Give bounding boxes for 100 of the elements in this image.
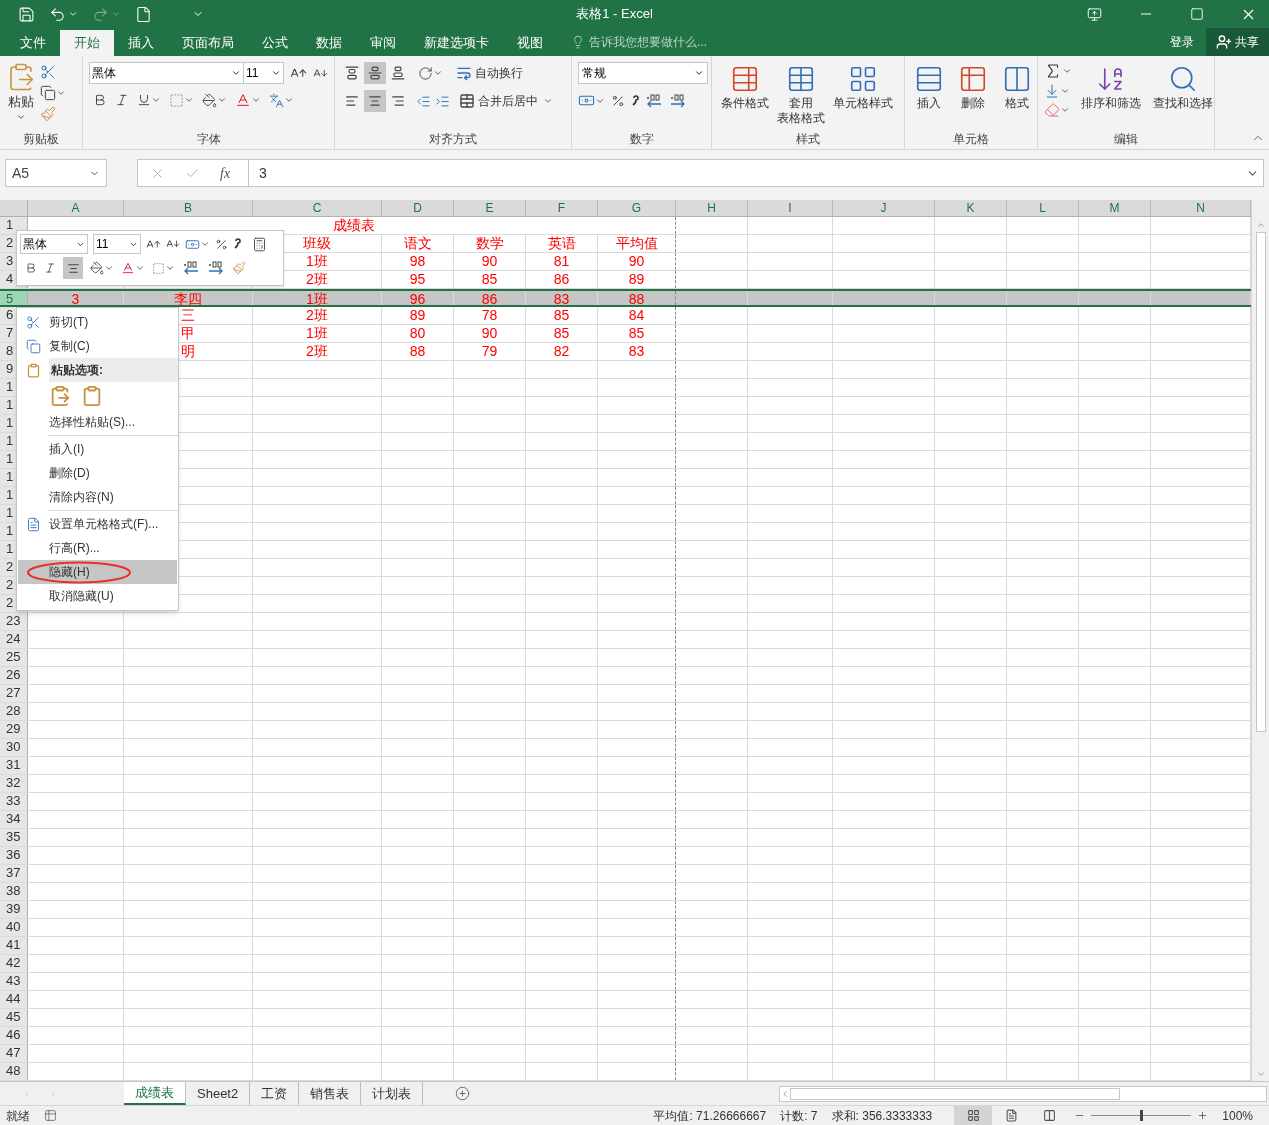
font-name-field[interactable]: 黑体	[89, 62, 244, 84]
ribbon-tab[interactable]: 公式	[248, 30, 302, 56]
caret-icon[interactable]	[68, 9, 78, 19]
caret-icon[interactable]	[433, 68, 443, 78]
ribbon-display-icon[interactable]	[1087, 6, 1102, 22]
share-button[interactable]: 共享	[1206, 28, 1269, 56]
column-header[interactable]: G	[598, 200, 676, 216]
increase-decimal-icon[interactable]	[645, 93, 663, 108]
caret-icon[interactable]	[251, 95, 261, 105]
caret-icon[interactable]	[284, 95, 294, 105]
format-painter-icon[interactable]	[40, 106, 56, 122]
font-size-field[interactable]: 11	[244, 62, 284, 84]
insert-function-button[interactable]: fx	[220, 162, 231, 184]
column-header[interactable]: B	[124, 200, 253, 216]
format-painter-icon[interactable]	[232, 261, 246, 275]
fill-down-icon[interactable]	[1044, 83, 1060, 99]
italic-icon[interactable]	[44, 262, 56, 274]
column-header[interactable]: J	[833, 200, 935, 216]
menu-item[interactable]: 插入(I)	[18, 437, 177, 461]
save-icon[interactable]	[18, 5, 35, 23]
bold-icon[interactable]	[93, 93, 107, 107]
fill-color-icon[interactable]	[202, 92, 217, 108]
percent-icon[interactable]	[215, 237, 228, 251]
horizontal-align-icon[interactable]	[364, 90, 386, 112]
paste-button[interactable]: 粘贴	[6, 62, 36, 122]
merge-center-button[interactable]: 合并后居中	[459, 92, 538, 110]
paste-values-icon[interactable]	[81, 385, 103, 407]
caret-icon[interactable]	[200, 239, 210, 249]
bold-icon[interactable]	[25, 262, 37, 274]
eraser-icon[interactable]	[1044, 102, 1060, 118]
table-format-icon[interactable]	[252, 236, 267, 252]
ribbon-tab[interactable]: 开始	[60, 30, 114, 56]
percent-icon[interactable]	[611, 93, 625, 108]
zoom-slider[interactable]	[1091, 1109, 1192, 1122]
increase-decimal-icon[interactable]	[182, 261, 200, 275]
menu-item[interactable]: 删除(D)	[18, 461, 177, 485]
macro-recording-icon[interactable]	[44, 1109, 57, 1122]
cut-icon[interactable]	[40, 64, 56, 80]
paste-icon[interactable]	[49, 385, 71, 407]
copy-icon[interactable]	[40, 85, 56, 101]
column-header[interactable]: E	[454, 200, 526, 216]
underline-icon[interactable]	[137, 93, 151, 107]
font-color-icon[interactable]	[121, 261, 135, 275]
column-header[interactable]: D	[382, 200, 454, 216]
view-button[interactable]	[954, 1105, 993, 1125]
ribbon-tab[interactable]: 审阅	[356, 30, 410, 56]
column-header[interactable]: K	[935, 200, 1007, 216]
column-header[interactable]: I	[748, 200, 833, 216]
increase-indent-icon[interactable]	[435, 93, 450, 109]
column-header[interactable]: M	[1079, 200, 1151, 216]
formula-field[interactable]: 3	[259, 162, 267, 184]
zoom-level[interactable]: 100%	[1222, 1106, 1253, 1125]
ribbon-button[interactable]: 格式	[999, 62, 1035, 111]
ribbon-tab[interactable]: 新建选项卡	[410, 30, 503, 56]
ribbon-tab[interactable]: 视图	[503, 30, 557, 56]
caret-icon[interactable]	[184, 95, 194, 105]
ribbon-button[interactable]: 排序和筛选	[1078, 62, 1144, 118]
tell-me-field[interactable]: 告诉我您想要做什么...	[589, 33, 789, 51]
new-file-icon[interactable]	[135, 5, 152, 23]
menu-item[interactable]: 复制(C)	[18, 334, 177, 358]
caret-icon[interactable]	[217, 95, 227, 105]
ribbon-tab[interactable]: 数据	[302, 30, 356, 56]
fill-color-icon[interactable]	[90, 261, 104, 275]
zoom-slider-thumb[interactable]	[1140, 1110, 1144, 1121]
name-box[interactable]: A5	[5, 159, 107, 187]
ribbon-button[interactable]: 套用 表格格式	[774, 62, 828, 126]
add-sheet-icon[interactable]	[455, 1086, 471, 1101]
menu-item[interactable]: 剪切(T)	[18, 310, 177, 334]
zoom-in-icon[interactable]	[1197, 1110, 1209, 1121]
caret-icon[interactable]	[135, 263, 145, 273]
ribbon-button[interactable]: 删除	[955, 62, 991, 111]
phonetic-guide-icon[interactable]	[269, 92, 284, 108]
selected-row[interactable]: 5 3 李四 1班 96 86 83 88	[0, 289, 1251, 307]
ribbon-button[interactable]: 条件格式	[718, 62, 772, 126]
comma-style-icon[interactable]	[631, 93, 639, 108]
ribbon-button[interactable]: 插入	[911, 62, 947, 111]
ribbon-tab[interactable]: 插入	[114, 30, 168, 56]
decrease-indent-icon[interactable]	[416, 93, 431, 109]
border-icon[interactable]	[152, 261, 165, 275]
scroll-left-icon[interactable]	[780, 1088, 790, 1099]
menu-item[interactable]: 设置单元格格式(F)...	[18, 512, 177, 536]
menu-item[interactable]: 隐藏(H)	[18, 560, 177, 584]
ribbon-button[interactable]: 单元格样式	[830, 62, 896, 126]
menu-item[interactable]: 行高(R)...	[18, 536, 177, 560]
italic-icon[interactable]	[115, 93, 129, 107]
comma-style-icon[interactable]	[233, 237, 241, 251]
font-name-field[interactable]: 黑体	[20, 234, 88, 254]
ribbon-tab[interactable]: 页面布局	[168, 30, 248, 56]
menu-item[interactable]: 选择性粘贴(S)...	[18, 410, 177, 434]
vertical-scrollbar-thumb[interactable]	[1255, 232, 1266, 732]
ribbon-tab[interactable]: 文件	[6, 30, 60, 56]
login-link[interactable]: 登录	[1158, 33, 1206, 51]
number-format-field[interactable]: 常规	[578, 62, 708, 84]
vertical-align-icon[interactable]	[364, 62, 386, 84]
decrease-decimal-icon[interactable]	[669, 93, 687, 108]
caret-icon[interactable]	[151, 95, 161, 105]
menu-item[interactable]: 取消隐藏(U)	[18, 584, 177, 608]
sheet-tab[interactable]: 成绩表	[124, 1082, 186, 1105]
caret-icon[interactable]	[543, 96, 553, 106]
caret-icon[interactable]	[165, 263, 175, 273]
